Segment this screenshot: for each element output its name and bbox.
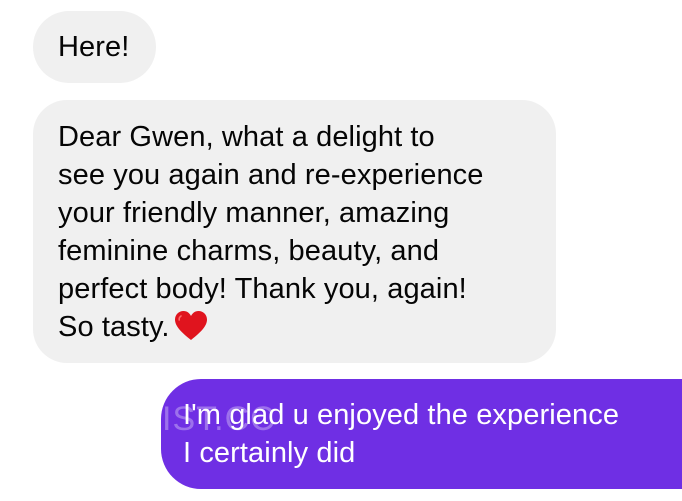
message-last-line: So tasty. (58, 308, 536, 346)
message-thread: Here! Dear Gwen, what a delight to see y… (0, 0, 682, 501)
red-heart-icon (174, 311, 207, 340)
incoming-message-bubble[interactable]: Here! (33, 11, 156, 83)
message-text-line: Dear Gwen, what a delight to (58, 121, 435, 153)
message-text-line: I'm glad u enjoyed the experience (183, 399, 620, 431)
incoming-message-bubble[interactable]: Dear Gwen, what a delight to see you aga… (33, 100, 556, 363)
message-text-line: Here! (58, 31, 130, 63)
message-text-line: I certainly did (183, 437, 356, 469)
outgoing-message-bubble[interactable]: I'm glad u enjoyed the experience I cert… (161, 379, 682, 489)
message-text-line: see you again and re-experience (58, 159, 484, 191)
message-text-line: feminine charms, beauty, and (58, 235, 440, 267)
message-text-line: So tasty. (58, 311, 170, 343)
message-text-line: perfect body! Thank you, again! (58, 273, 467, 305)
message-text-line: your friendly manner, amazing (58, 197, 450, 229)
